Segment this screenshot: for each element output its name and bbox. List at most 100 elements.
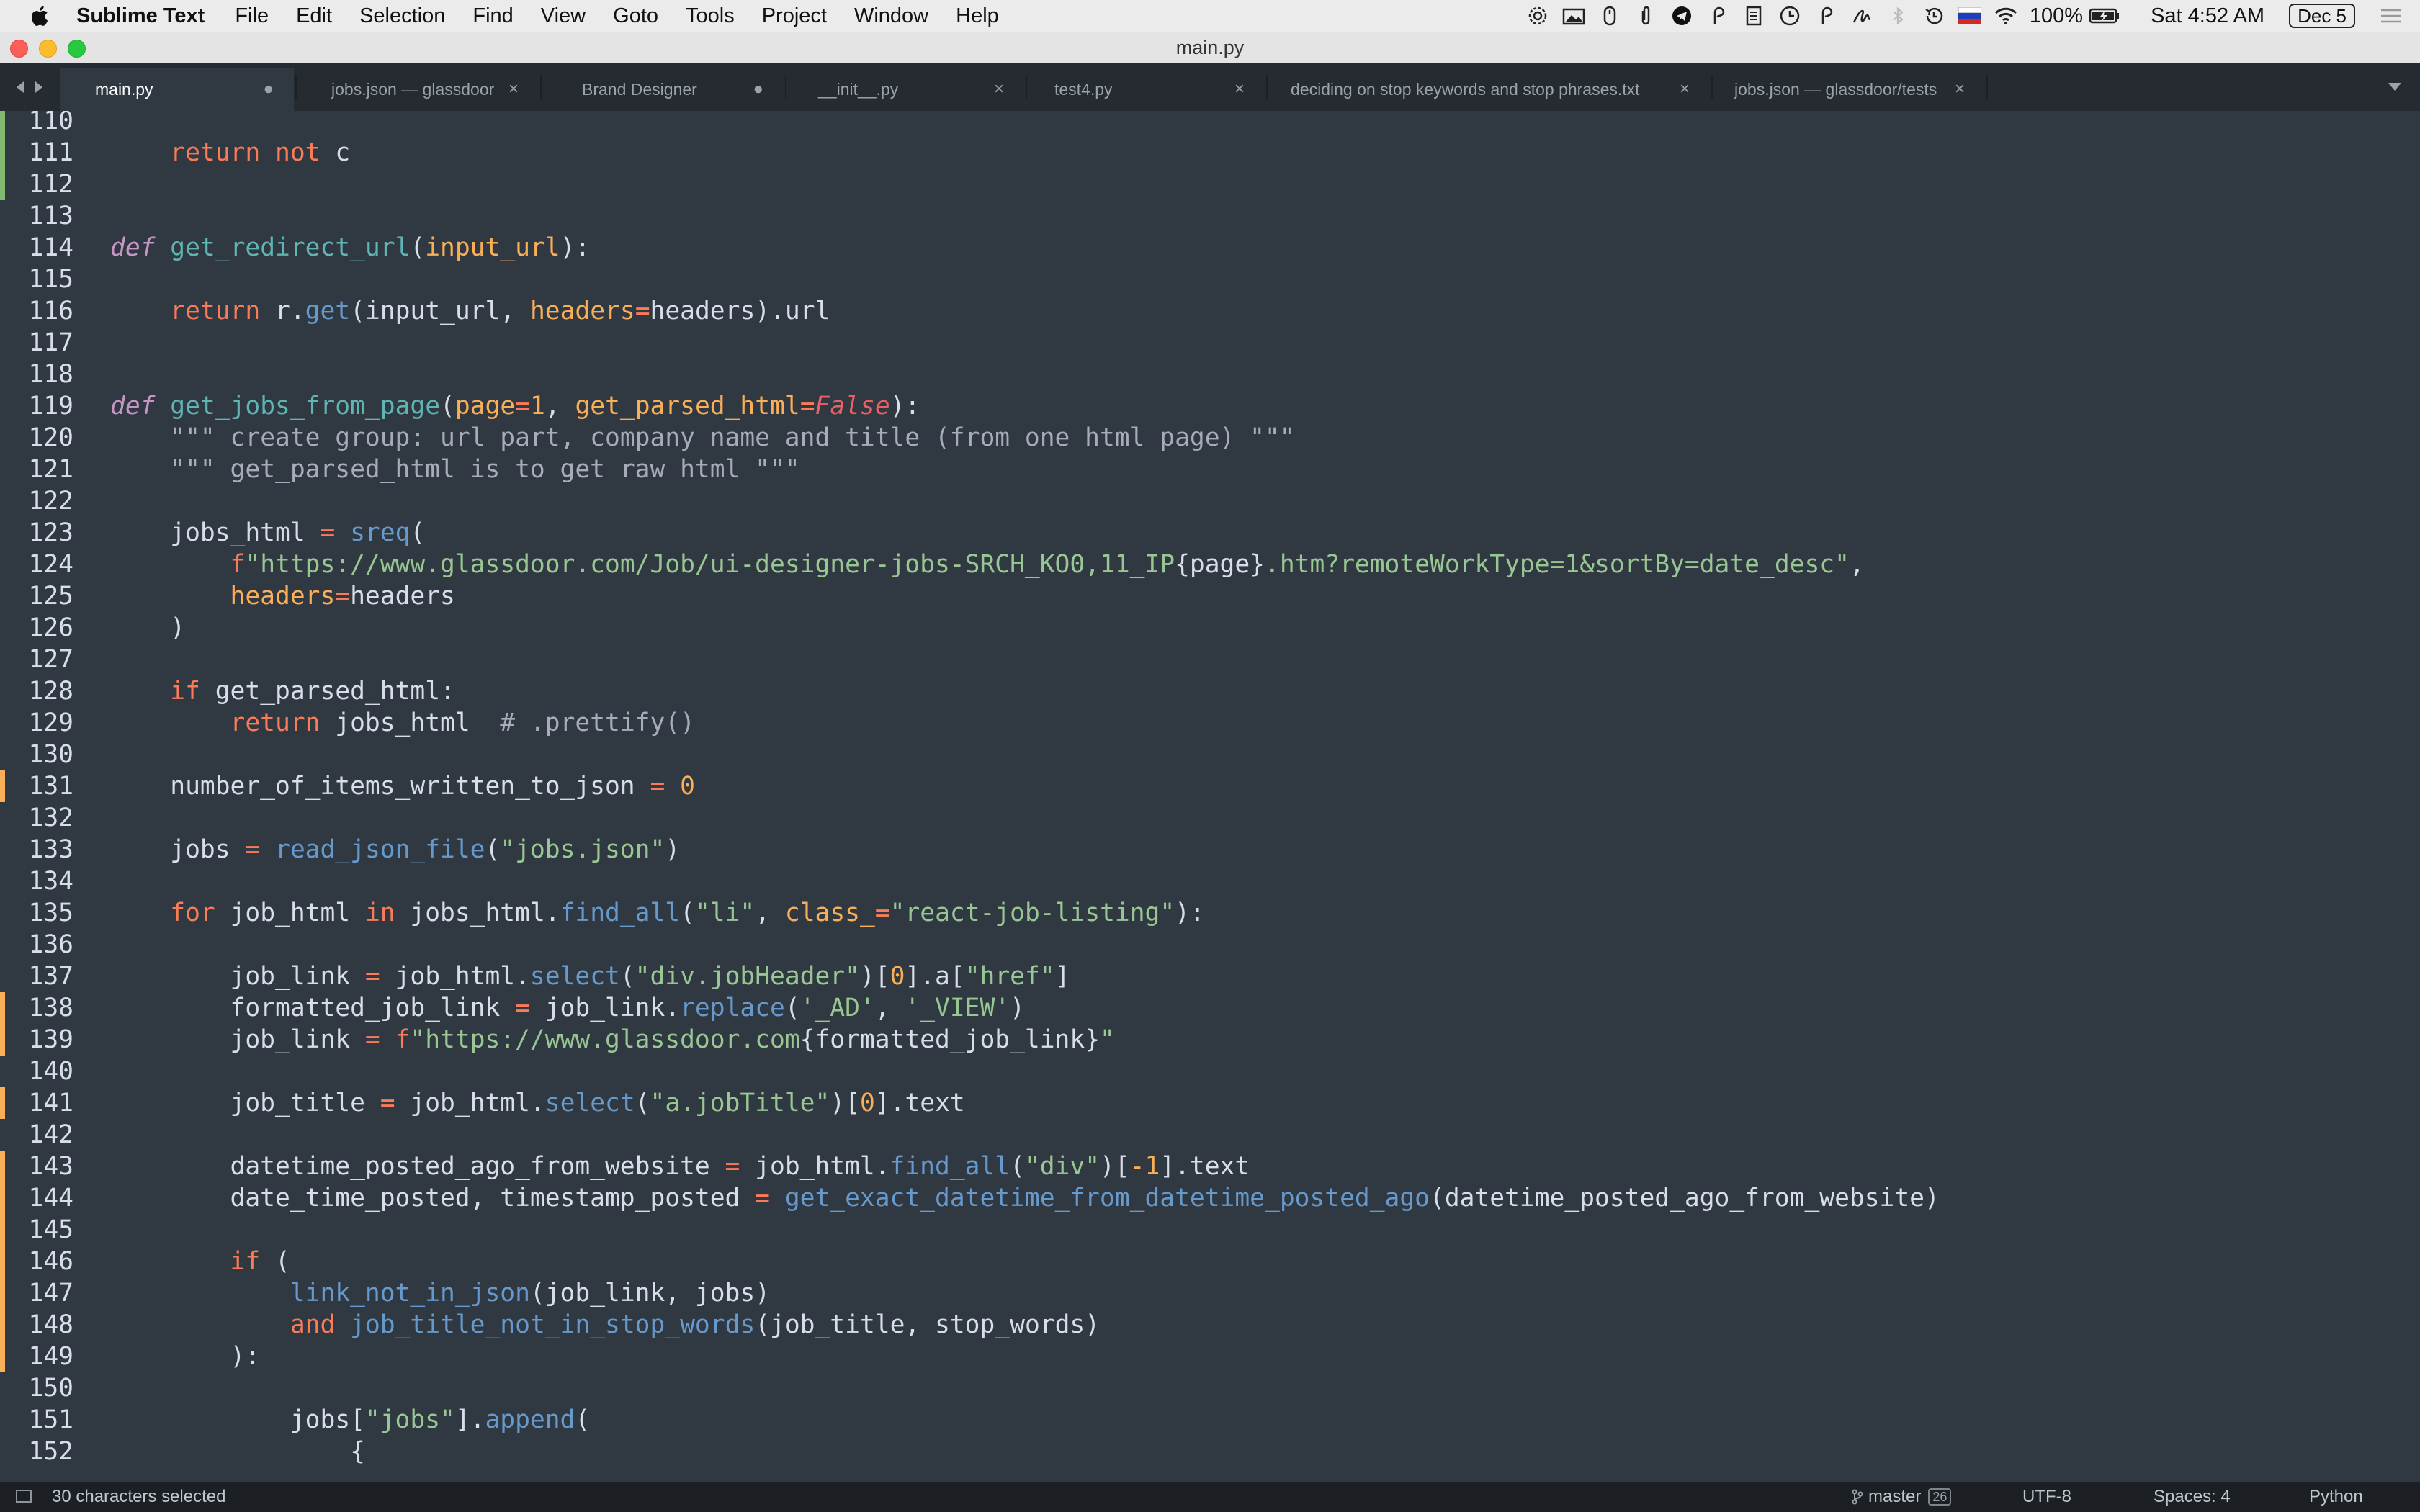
menu-selection[interactable]: Selection: [359, 4, 445, 28]
code-line[interactable]: 146 if (: [0, 1246, 2420, 1277]
tab-close-icon[interactable]: ×: [994, 80, 1004, 99]
app-menu[interactable]: Sublime Text: [76, 4, 205, 28]
code-line[interactable]: 136: [0, 929, 2420, 960]
tab-close-icon[interactable]: ×: [1680, 80, 1690, 99]
code-line[interactable]: 131 number_of_items_written_to_json = 0: [0, 770, 2420, 802]
code-line[interactable]: 143 datetime_posted_ago_from_website = j…: [0, 1151, 2420, 1182]
wifi-icon[interactable]: [1994, 5, 2018, 27]
clock-icon[interactable]: [1778, 5, 1802, 27]
code-line[interactable]: 127: [0, 644, 2420, 675]
code-line[interactable]: 152 {: [0, 1436, 2420, 1467]
code-line[interactable]: 142: [0, 1119, 2420, 1151]
code-line[interactable]: 139 job_link = f"https://www.glassdoor.c…: [0, 1024, 2420, 1056]
line-number: 123: [28, 518, 73, 547]
code-line[interactable]: 123 jobs_html = sreq(: [0, 517, 2420, 549]
battery-icon[interactable]: [2089, 5, 2120, 27]
menubar-clock[interactable]: Sat 4:52 AM: [2151, 4, 2264, 28]
code-line[interactable]: 148 and job_title_not_in_stop_words(job_…: [0, 1309, 2420, 1341]
gear-status-icon[interactable]: [1525, 5, 1550, 27]
code-text: f"https://www.glassdoor.com/Job/ui-desig…: [110, 549, 1865, 580]
tab-modified-dot-icon[interactable]: ●: [753, 80, 764, 99]
menu-goto[interactable]: Goto: [613, 4, 658, 28]
image-upload-icon[interactable]: [1561, 5, 1586, 27]
code-line[interactable]: 130: [0, 739, 2420, 770]
code-line[interactable]: 118: [0, 359, 2420, 390]
indentation-status[interactable]: Spaces: 4: [2154, 1482, 2231, 1512]
menu-help[interactable]: Help: [956, 4, 999, 28]
code-line[interactable]: 111 return not c: [0, 137, 2420, 168]
tab-back-arrow-icon[interactable]: [14, 79, 26, 95]
tab-stop-keywords-txt[interactable]: deciding on stop keywords and stop phras…: [1268, 68, 1710, 111]
tab-jobs-json-tests[interactable]: jobs.json — glassdoor/tests ×: [1713, 68, 1985, 111]
paperclip-icon[interactable]: [1634, 5, 1658, 27]
tab-modified-dot-icon[interactable]: ●: [264, 80, 274, 99]
time-machine-icon[interactable]: [1922, 5, 1946, 27]
syntax-status[interactable]: Python: [2309, 1482, 2363, 1512]
code-line[interactable]: 132: [0, 802, 2420, 834]
menu-file[interactable]: File: [235, 4, 269, 28]
pen-icon[interactable]: [1706, 5, 1730, 27]
tab-init-py[interactable]: __init__.py ×: [786, 68, 1024, 111]
code-line[interactable]: 150: [0, 1372, 2420, 1404]
code-line[interactable]: 135 for job_html in jobs_html.find_all("…: [0, 897, 2420, 929]
russian-flag-icon[interactable]: [1958, 5, 1982, 27]
tab-main-py[interactable]: main.py ●: [60, 68, 294, 111]
code-line[interactable]: 128 if get_parsed_html:: [0, 675, 2420, 707]
date-badge[interactable]: Dec 5: [2289, 4, 2355, 28]
code-line[interactable]: 110: [0, 111, 2420, 137]
encoding-status[interactable]: UTF-8: [2022, 1482, 2071, 1512]
code-line[interactable]: 129 return jobs_html # .prettify(): [0, 707, 2420, 739]
notes-icon[interactable]: [1742, 5, 1766, 27]
tab-forward-arrow-icon[interactable]: [33, 79, 45, 95]
code-token: ):: [889, 392, 920, 420]
tab-close-icon[interactable]: ×: [1234, 80, 1245, 99]
tab-brand-designer[interactable]: Brand Designer ●: [542, 68, 784, 111]
signature-icon[interactable]: [1850, 5, 1874, 27]
code-line[interactable]: 134: [0, 865, 2420, 897]
tab-test4-py[interactable]: test4.py ×: [1027, 68, 1265, 111]
code-line[interactable]: 144 date_time_posted, timestamp_posted =…: [0, 1182, 2420, 1214]
code-line[interactable]: 116 return r.get(input_url, headers=head…: [0, 295, 2420, 327]
panel-toggle-icon[interactable]: [16, 1490, 32, 1503]
tab-close-icon[interactable]: ×: [508, 80, 519, 99]
code-line[interactable]: 138 formatted_job_link = job_link.replac…: [0, 992, 2420, 1024]
code-line[interactable]: 114 def get_redirect_url(input_url):: [0, 232, 2420, 264]
code-line[interactable]: 125 headers=headers: [0, 580, 2420, 612]
code-line[interactable]: 121 """ get_parsed_html is to get raw ht…: [0, 454, 2420, 485]
code-line[interactable]: 119 def get_jobs_from_page(page=1, get_pa…: [0, 390, 2420, 422]
menu-edit[interactable]: Edit: [296, 4, 332, 28]
menu-window[interactable]: Window: [854, 4, 928, 28]
code-line[interactable]: 137 job_link = job_html.select("div.jobH…: [0, 960, 2420, 992]
code-line[interactable]: 112: [0, 168, 2420, 200]
menu-project[interactable]: Project: [762, 4, 827, 28]
code-line[interactable]: 147 link_not_in_json(job_link, jobs): [0, 1277, 2420, 1309]
mouse-icon[interactable]: [1597, 5, 1622, 27]
tab-jobs-json-glassdoor[interactable]: jobs.json — glassdoor ×: [297, 68, 539, 111]
code-line[interactable]: 126 ): [0, 612, 2420, 644]
code-line[interactable]: 151 jobs["jobs"].append(: [0, 1404, 2420, 1436]
code-line[interactable]: 149 ):: [0, 1341, 2420, 1372]
pen-alt-icon[interactable]: [1814, 5, 1838, 27]
code-line[interactable]: 122: [0, 485, 2420, 517]
code-line[interactable]: 124 f"https://www.glassdoor.com/Job/ui-d…: [0, 549, 2420, 580]
control-center-icon[interactable]: [2378, 6, 2404, 25]
bluetooth-icon[interactable]: [1886, 5, 1910, 27]
code-line[interactable]: 115: [0, 264, 2420, 295]
menu-find[interactable]: Find: [472, 4, 513, 28]
tab-close-icon[interactable]: ×: [1955, 80, 1965, 99]
git-branch-status[interactable]: master 26: [1851, 1482, 1952, 1512]
apple-menu-icon[interactable]: [29, 4, 49, 27]
code-line[interactable]: 120 """ create group: url part, company …: [0, 422, 2420, 454]
code-line[interactable]: 140: [0, 1056, 2420, 1087]
tab-overflow-menu-icon[interactable]: [2387, 81, 2403, 92]
code-editor[interactable]: 110 111 return not c 112 113 114 def get_redi…: [0, 111, 2420, 1482]
code-line[interactable]: 141 job_title = job_html.select("a.jobTi…: [0, 1087, 2420, 1119]
code-line[interactable]: 113: [0, 200, 2420, 232]
menu-tools[interactable]: Tools: [686, 4, 735, 28]
code-line[interactable]: 145: [0, 1214, 2420, 1246]
code-line[interactable]: 133 jobs = read_json_file("jobs.json"): [0, 834, 2420, 865]
menu-view[interactable]: View: [541, 4, 586, 28]
telegram-icon[interactable]: [1670, 5, 1694, 27]
code-line[interactable]: 117: [0, 327, 2420, 359]
